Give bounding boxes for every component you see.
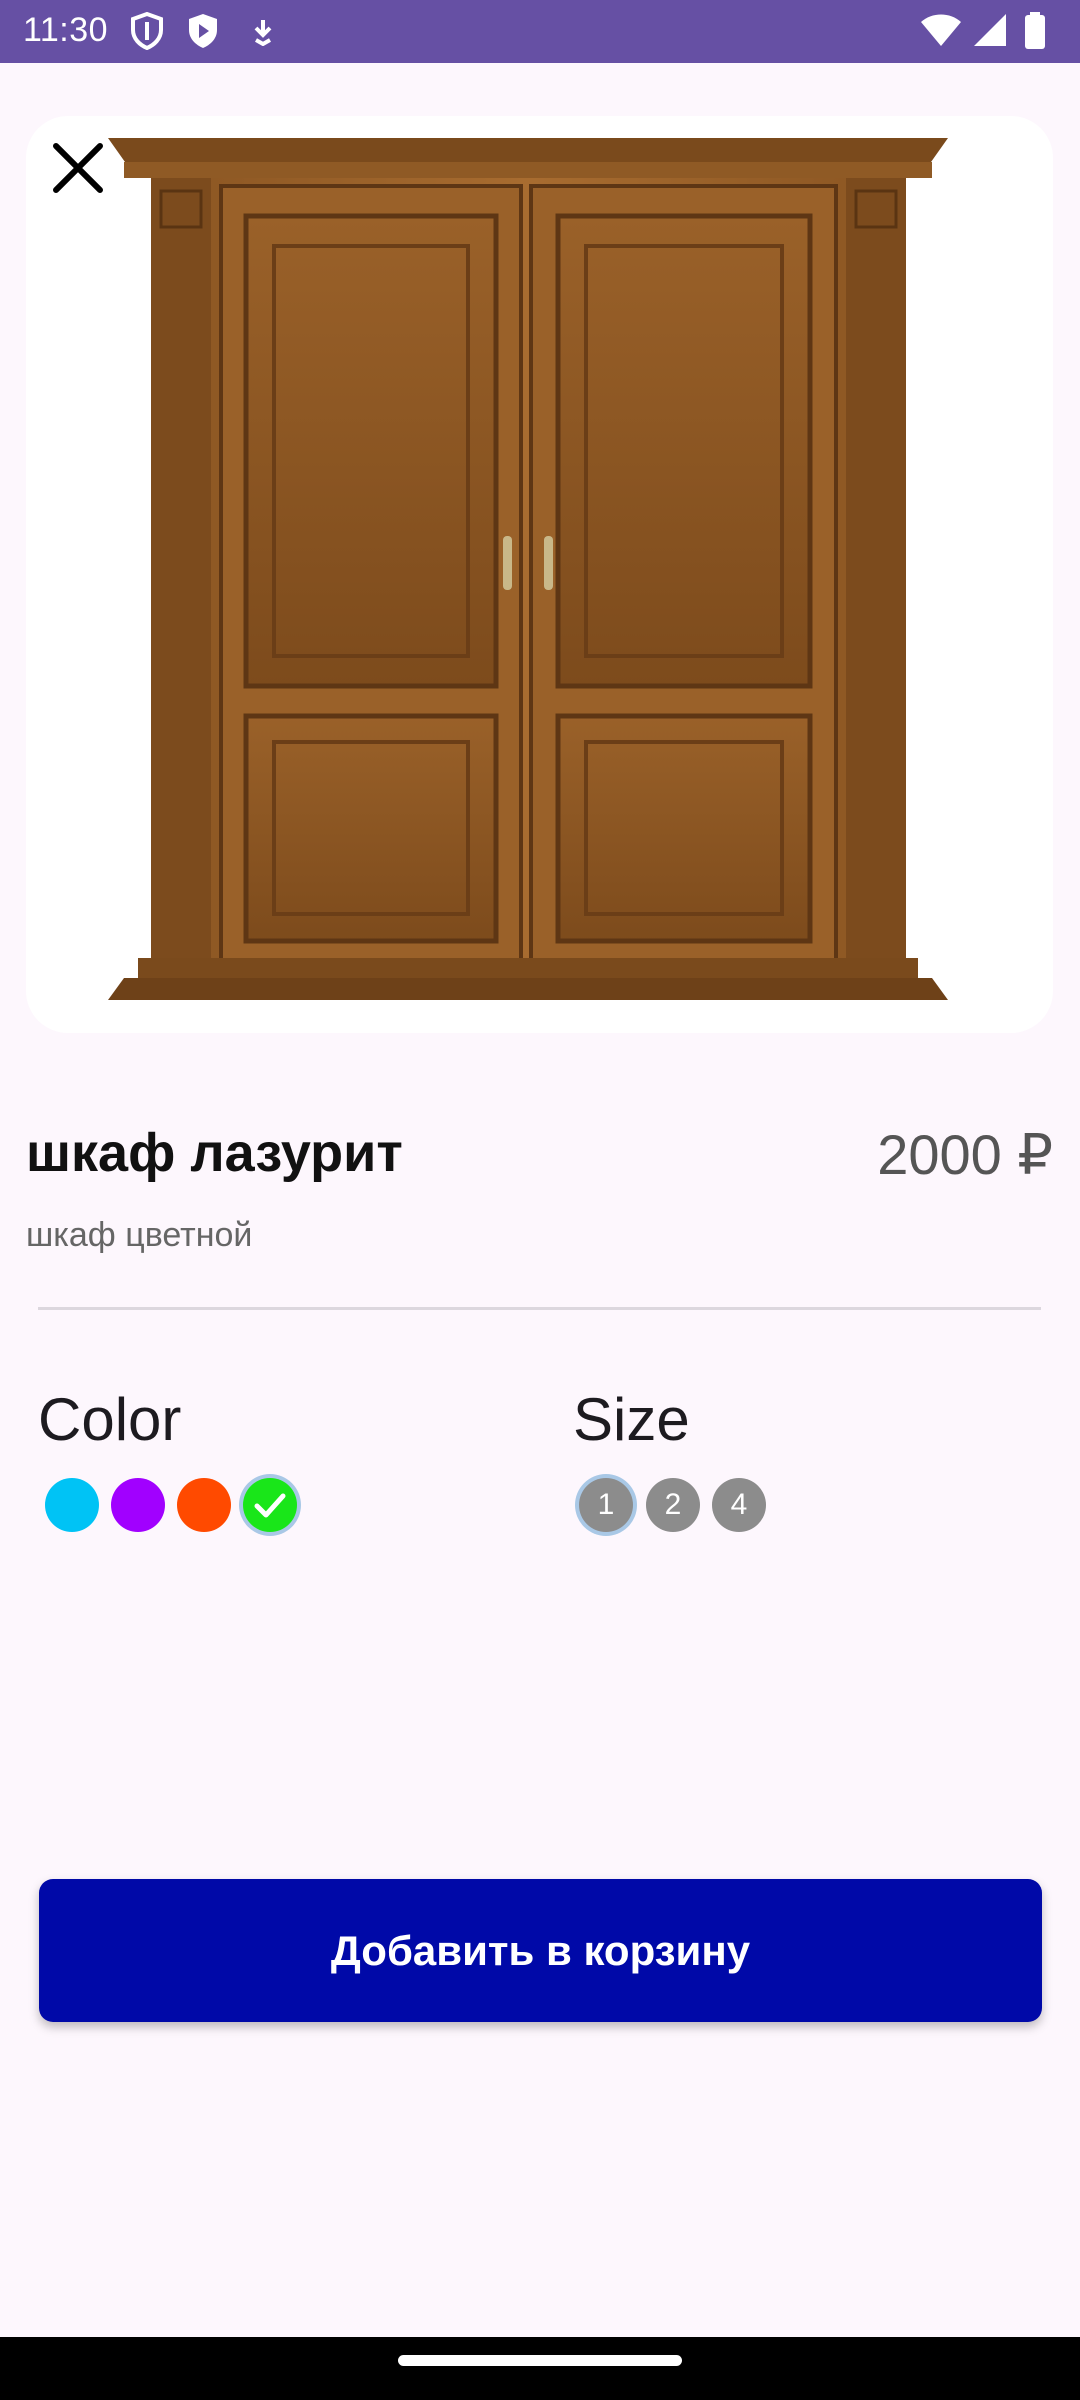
- status-time: 11:30: [23, 11, 109, 49]
- product-image-card: [26, 116, 1053, 1033]
- product-name: шкаф лазурит: [26, 1123, 403, 1183]
- check-icon: [254, 1493, 286, 1518]
- signal-icon: [974, 14, 1006, 46]
- add-to-cart-button[interactable]: Добавить в корзину: [39, 1879, 1042, 2022]
- color-swatch-orange[interactable]: [177, 1478, 231, 1532]
- size-option-2[interactable]: 2: [646, 1478, 700, 1532]
- play-shield-icon: [189, 14, 217, 48]
- wooden-wardrobe-image: [108, 138, 948, 1000]
- wifi-icon: [921, 14, 961, 46]
- color-label: Color: [38, 1386, 182, 1453]
- close-icon: [53, 143, 103, 193]
- size-label: Size: [573, 1386, 690, 1453]
- status-right-icons: [920, 12, 1060, 52]
- shield-icon: [131, 12, 163, 50]
- size-option-1[interactable]: 1: [579, 1478, 633, 1532]
- navigation-bar: [0, 2337, 1080, 2400]
- home-indicator[interactable]: [398, 2355, 682, 2366]
- battery-icon: [1025, 12, 1045, 49]
- close-button[interactable]: [48, 138, 108, 198]
- color-swatch-cyan[interactable]: [45, 1478, 99, 1532]
- download-icon: [254, 20, 272, 46]
- divider: [38, 1307, 1041, 1310]
- color-swatch-green[interactable]: [243, 1478, 297, 1532]
- size-option-4[interactable]: 4: [712, 1478, 766, 1532]
- status-bar: 11:30: [0, 0, 1080, 63]
- product-subtitle: шкаф цветной: [26, 1216, 253, 1254]
- product-price: 2000 ₽: [877, 1123, 1053, 1186]
- color-swatch-purple[interactable]: [111, 1478, 165, 1532]
